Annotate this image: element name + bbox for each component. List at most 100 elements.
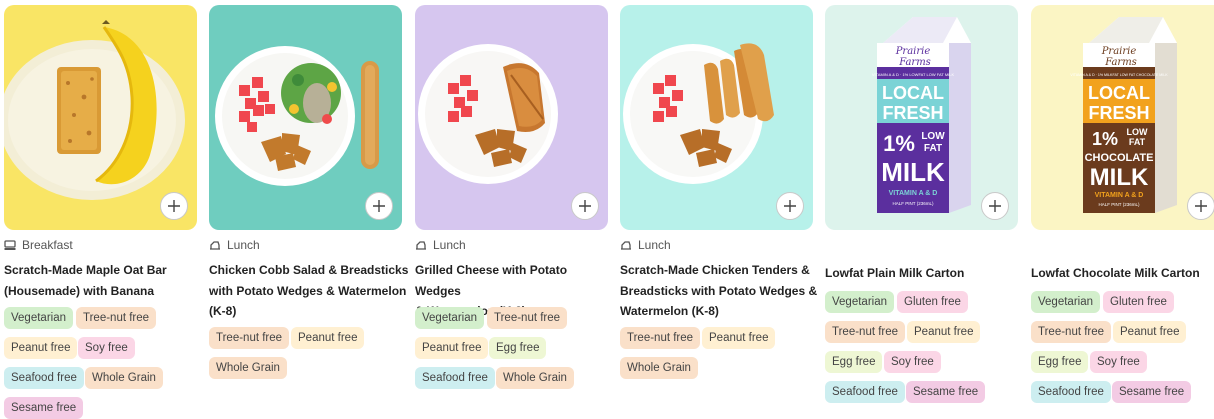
title-line: Lowfat Chocolate Milk Carton — [1031, 266, 1200, 280]
title-line: Breadsticks with Potato Wedges & — [620, 283, 818, 298]
add-button[interactable] — [776, 192, 804, 220]
plus-icon — [989, 200, 1001, 212]
carton-product: MILK — [881, 157, 945, 187]
tag-gluten-free: Gluten free — [1103, 291, 1174, 313]
item-title[interactable]: Lowfat Plain Milk Carton — [825, 263, 1025, 284]
carton-percent: 1% — [883, 131, 915, 156]
tag-vegetarian: Vegetarian — [1031, 291, 1100, 313]
tag-peanut-free: Peanut free — [1113, 321, 1187, 343]
plus-icon — [168, 200, 180, 212]
tag-soy-free: Soy free — [1090, 351, 1147, 373]
title-line: Grilled Cheese with Potato Wedges — [415, 263, 568, 298]
tag-egg-free: Egg free — [825, 351, 883, 373]
tag-seafood-free: Seafood free — [415, 367, 495, 389]
carton-size: HALF PINT (236mL) — [1099, 202, 1140, 207]
brand-bottom: Farms — [1104, 57, 1137, 68]
brand-bottom: Farms — [898, 57, 931, 68]
tag-peanut-free: Peanut free — [907, 321, 981, 343]
carton-product: MILK — [1090, 164, 1149, 191]
food-image[interactable]: Prairie Farms VITAMIN A & D · 1% MILKFAT… — [1031, 5, 1214, 230]
food-image[interactable] — [415, 5, 608, 230]
toast-icon — [4, 240, 16, 250]
carton-kind-bottom: FAT — [924, 143, 942, 154]
add-button[interactable] — [981, 192, 1009, 220]
carton-fresh: FRESH — [1088, 103, 1149, 123]
carton-vitamin: VITAMIN A & D — [889, 190, 938, 197]
tag-seafood-free: Seafood free — [825, 381, 905, 403]
add-button[interactable] — [365, 192, 393, 220]
meal-type-label: Lunch — [227, 238, 260, 252]
tag-tree-nut-free: Tree-nut free — [825, 321, 906, 343]
carton-tagline: VITAMIN A & D · 1% MILKFAT LOW FAT CHOCO… — [1070, 73, 1168, 77]
tag-peanut-free: Peanut free — [702, 327, 776, 349]
item-title[interactable]: Scratch-Made Maple Oat Bar (Housemade) w… — [4, 260, 204, 301]
food-image[interactable] — [620, 5, 813, 230]
tag-peanut-free: Peanut free — [415, 337, 489, 359]
menu-card[interactable]: Breakfast Scratch-Made Maple Oat Bar (Ho… — [4, 5, 197, 419]
carton-local: LOCAL — [882, 83, 944, 103]
carton-size: HALF PINT (236mL) — [893, 201, 934, 206]
tag-whole-grain: Whole Grain — [496, 367, 574, 389]
tag-peanut-free: Peanut free — [4, 337, 78, 359]
carton-product-top: CHOCOLATE — [1085, 152, 1154, 164]
menu-card[interactable]: Prairie Farms VITAMIN A & D · 1% MILKFAT… — [1031, 5, 1214, 403]
menu-card[interactable]: Prairie Farms VITAMIN A & D · 1% LOWFAT … — [825, 5, 1018, 403]
tag-sesame-free: Sesame free — [4, 397, 84, 419]
tag-tree-nut-free: Tree-nut free — [209, 327, 290, 349]
tag-seafood-free: Seafood free — [4, 367, 84, 389]
tag-tree-nut-free: Tree-nut free — [487, 307, 568, 329]
menu-card[interactable]: Lunch Grilled Cheese with Potato Wedges … — [415, 5, 608, 389]
item-title[interactable]: Scratch-Made Chicken Tenders & Breadstic… — [620, 260, 820, 322]
carton-kind-top: LOW — [921, 131, 945, 142]
title-line: (Housemade) with Banana — [4, 283, 155, 298]
plus-icon — [784, 200, 796, 212]
tag-peanut-free: Peanut free — [291, 327, 365, 349]
item-title[interactable]: Lowfat Chocolate Milk Carton — [1031, 263, 1214, 284]
add-button[interactable] — [1187, 192, 1214, 220]
meal-type-label: Lunch — [433, 238, 466, 252]
carton-percent: 1% — [1092, 129, 1118, 149]
food-image[interactable]: Prairie Farms VITAMIN A & D · 1% LOWFAT … — [825, 5, 1018, 230]
plus-icon — [373, 200, 385, 212]
carton-kind-bottom: FAT — [1129, 137, 1146, 147]
brand-top: Prairie — [895, 46, 931, 57]
tag-vegetarian: Vegetarian — [4, 307, 73, 329]
title-line: Watermelon (K-8) — [620, 304, 719, 318]
plus-icon — [1195, 200, 1207, 212]
tag-tree-nut-free: Tree-nut free — [1031, 321, 1112, 343]
carton-local: LOCAL — [1088, 83, 1150, 103]
tag-egg-free: Egg free — [489, 337, 547, 359]
carton-fresh: FRESH — [882, 103, 943, 123]
tag-soy-free: Soy free — [884, 351, 941, 373]
carton-kind-top: LOW — [1127, 127, 1148, 137]
tag-whole-grain: Whole Grain — [85, 367, 163, 389]
tag-egg-free: Egg free — [1031, 351, 1089, 373]
title-line: Chicken Cobb Salad & Breadsticks — [209, 263, 409, 277]
food-image[interactable] — [209, 5, 402, 230]
milk-carton-photo: Prairie Farms VITAMIN A & D · 1% MILKFAT… — [1070, 17, 1177, 213]
brand-top: Prairie — [1101, 46, 1137, 57]
title-line: Lowfat Plain Milk Carton — [825, 266, 965, 280]
meal-type: Lunch — [415, 237, 466, 253]
tray-icon — [210, 241, 220, 250]
tag-tree-nut-free: Tree-nut free — [76, 307, 157, 329]
tray-icon — [621, 241, 631, 250]
food-image[interactable] — [4, 5, 197, 230]
menu-card[interactable]: Lunch Scratch-Made Chicken Tenders & Bre… — [620, 5, 817, 379]
add-button[interactable] — [160, 192, 188, 220]
menu-card[interactable]: Lunch Chicken Cobb Salad & Breadsticks w… — [209, 5, 408, 379]
plus-icon — [579, 200, 591, 212]
meal-type-label: Breakfast — [22, 238, 73, 252]
meal-type: Lunch — [209, 237, 260, 253]
tag-vegetarian: Vegetarian — [415, 307, 484, 329]
tag-soy-free: Soy free — [78, 337, 135, 359]
title-line: with Potato Wedges & Watermelon — [209, 283, 407, 298]
title-line: Scratch-Made Maple Oat Bar — [4, 263, 167, 277]
tag-gluten-free: Gluten free — [897, 291, 968, 313]
title-line: (K-8) — [209, 304, 237, 318]
item-title[interactable]: Chicken Cobb Salad & Breadsticks with Po… — [209, 260, 409, 322]
title-line: Scratch-Made Chicken Tenders & — [620, 263, 810, 277]
add-button[interactable] — [571, 192, 599, 220]
tray-icon — [416, 241, 426, 250]
tag-sesame-free: Sesame free — [906, 381, 986, 403]
